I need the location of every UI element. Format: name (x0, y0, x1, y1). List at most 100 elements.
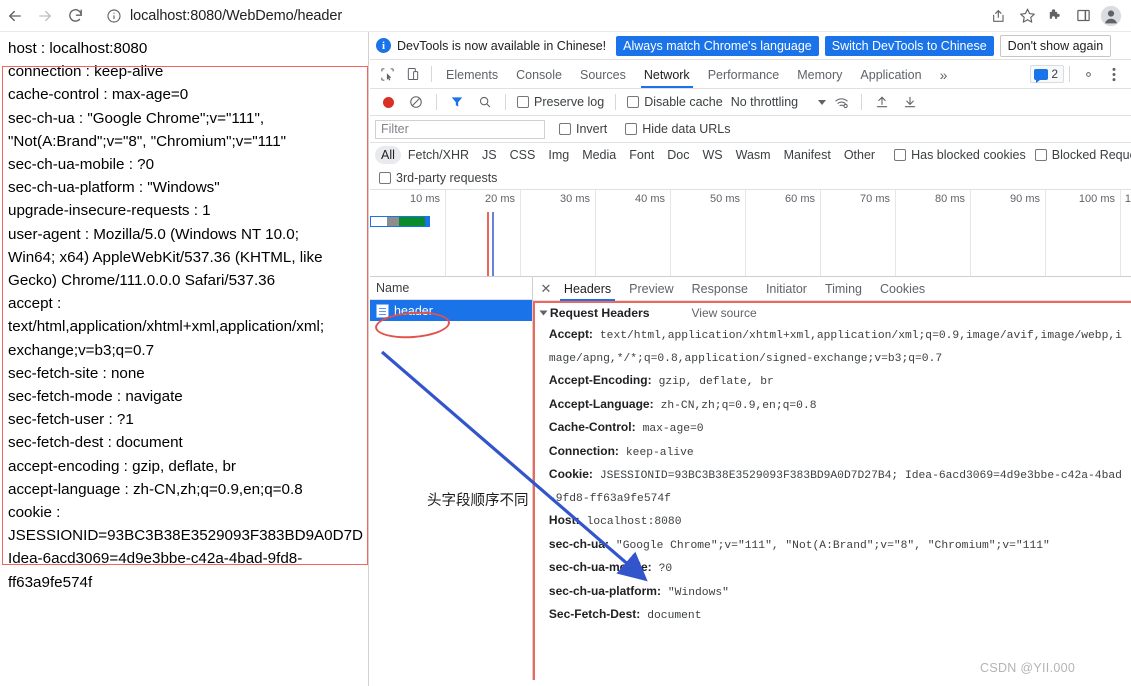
browser-toolbar: localhost:8080/WebDemo/header (0, 0, 1131, 32)
invert-checkbox[interactable]: Invert (555, 122, 611, 136)
tab-console[interactable]: Console (507, 60, 571, 88)
detail-tab-preview[interactable]: Preview (620, 277, 682, 301)
close-icon[interactable]: ✕ (537, 280, 555, 298)
avatar-icon[interactable] (1097, 2, 1125, 30)
share-icon[interactable] (985, 2, 1013, 30)
tab-sources[interactable]: Sources (571, 60, 635, 88)
divider (1069, 66, 1070, 82)
header-name: Accept-Encoding: (548, 373, 652, 387)
blocked-requests-label: Blocked Requests (1051, 148, 1131, 162)
search-icon[interactable] (472, 90, 498, 114)
devtools-menu-icon[interactable] (1101, 62, 1127, 86)
request-list-header: Name (370, 277, 532, 300)
header-value: gzip, deflate, br (658, 376, 774, 388)
type-filter-wasm[interactable]: Wasm (730, 146, 777, 164)
address-bar[interactable]: localhost:8080/WebDemo/header (96, 2, 977, 29)
type-filter-font[interactable]: Font (623, 146, 660, 164)
checkbox-box (517, 96, 529, 108)
type-filter-media[interactable]: Media (576, 146, 622, 164)
type-filter-img[interactable]: Img (542, 146, 575, 164)
column-header-name: Name (376, 281, 410, 295)
preserve-log-checkbox[interactable]: Preserve log (513, 95, 608, 109)
detail-tab-response[interactable]: Response (683, 277, 757, 301)
section-title: Request Headers (549, 306, 650, 320)
type-filter-manifest[interactable]: Manifest (778, 146, 837, 164)
type-filter-other[interactable]: Other (838, 146, 881, 164)
switch-devtools-language-button[interactable]: Switch DevTools to Chinese (824, 35, 994, 56)
type-filter-doc[interactable]: Doc (661, 146, 695, 164)
type-filter-js[interactable]: JS (476, 146, 503, 164)
checkbox-box (1034, 149, 1047, 161)
header-name: Cache-Control: (548, 420, 636, 434)
request-headers-section-header[interactable]: Request Headers View source (533, 301, 1131, 324)
overview-tick: 40 ms (635, 193, 665, 205)
network-overview-timeline[interactable]: 10 ms 20 ms 30 ms 40 ms 50 ms 60 ms 70 m… (370, 190, 1131, 277)
header-value: max-age=0 (642, 423, 704, 435)
preserve-log-label: Preserve log (534, 95, 605, 109)
tab-network[interactable]: Network (635, 60, 699, 88)
chevron-down-icon (818, 99, 827, 105)
detail-tab-headers[interactable]: Headers (555, 277, 620, 301)
overview-tick: 30 ms (560, 193, 590, 205)
side-panel-icon[interactable] (1069, 2, 1097, 30)
device-toolbar-icon[interactable] (400, 62, 426, 86)
header-value: "Google Chrome";v="111", "Not(A:Brand";v… (615, 539, 1050, 552)
record-button[interactable] (375, 90, 401, 114)
type-filter-css[interactable]: CSS (504, 146, 542, 164)
speech-bubble-icon (1034, 68, 1049, 83)
request-details-pane: ✕ Headers Preview Response Initiator Tim… (532, 277, 1131, 680)
header-value: JSESSIONID=93BC3B38E3529093F383BD9A0D7D2… (548, 470, 1122, 505)
hide-data-urls-checkbox[interactable]: Hide data URLs (621, 122, 734, 136)
detail-tab-timing[interactable]: Timing (816, 277, 871, 301)
throttling-select[interactable]: No throttling (729, 95, 827, 109)
type-filter-fetch-xhr[interactable]: Fetch/XHR (402, 146, 475, 164)
tab-application[interactable]: Application (851, 60, 930, 88)
clear-icon[interactable] (403, 90, 429, 114)
view-source-link[interactable]: View source (692, 306, 757, 320)
export-har-icon[interactable] (897, 90, 923, 114)
star-icon[interactable] (1013, 2, 1041, 30)
overview-tick: 50 ms (710, 193, 740, 205)
inspect-element-icon[interactable] (374, 62, 400, 86)
network-conditions-icon[interactable] (828, 90, 854, 114)
detail-tab-cookies[interactable]: Cookies (871, 277, 934, 301)
header-name: Accept-Language: (548, 396, 654, 411)
disable-cache-checkbox[interactable]: Disable cache (623, 95, 727, 109)
reload-button[interactable] (60, 2, 90, 30)
header-value: localhost:8080 (586, 516, 682, 528)
page-request-headers-text: host : localhost:8080 connection : keep-… (8, 40, 364, 591)
tab-elements[interactable]: Elements (437, 60, 507, 88)
overview-tick: 60 ms (785, 193, 815, 205)
overview-tick: 20 ms (485, 193, 515, 205)
url-text: localhost:8080/WebDemo/header (130, 7, 343, 24)
filter-input[interactable] (375, 119, 545, 139)
filter-icon[interactable] (444, 90, 470, 114)
gear-icon[interactable] (1075, 62, 1101, 86)
dont-show-again-button[interactable]: Don't show again (999, 34, 1112, 57)
import-har-icon[interactable] (869, 90, 895, 114)
overview-request-bar (370, 216, 430, 227)
third-party-requests-checkbox[interactable]: 3rd-party requests (375, 171, 501, 185)
forward-button[interactable] (30, 2, 60, 30)
back-button[interactable] (0, 2, 30, 30)
type-filter-ws[interactable]: WS (696, 146, 728, 164)
info-icon[interactable] (106, 8, 122, 24)
console-messages-badge[interactable]: 2 (1030, 65, 1064, 83)
type-filter-all[interactable]: All (375, 146, 401, 164)
header-name: Cookie: (548, 467, 593, 481)
tab-memory[interactable]: Memory (788, 60, 851, 88)
more-tabs-button[interactable]: » (931, 60, 957, 88)
blocked-requests-checkbox[interactable]: Blocked Requests (1031, 148, 1131, 162)
third-party-row: 3rd-party requests (370, 167, 1131, 190)
detail-tab-initiator[interactable]: Initiator (757, 277, 816, 301)
overview-tick: 10 ms (410, 193, 440, 205)
puzzle-icon[interactable] (1041, 2, 1069, 30)
always-match-language-button[interactable]: Always match Chrome's language (616, 35, 819, 56)
has-blocked-cookies-checkbox[interactable]: Has blocked cookies (890, 148, 1030, 162)
checkbox-box (894, 149, 907, 161)
invert-label: Invert (576, 122, 608, 136)
tab-performance[interactable]: Performance (699, 60, 789, 88)
devtools-tabbar: Elements Console Sources Network Perform… (370, 60, 1131, 89)
watermark: CSDN @YII.000 (980, 661, 1076, 675)
header-value: keep-alive (625, 446, 694, 459)
